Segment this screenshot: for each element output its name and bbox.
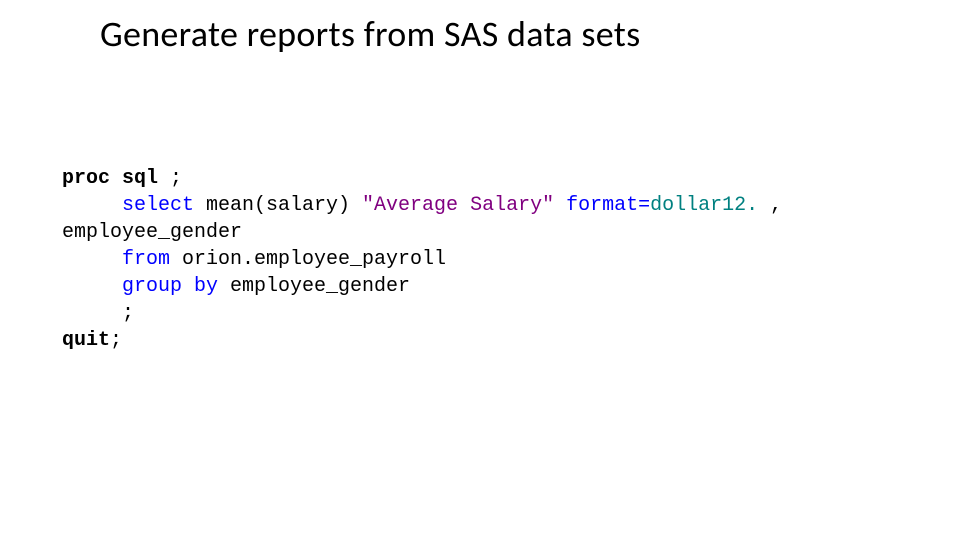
kw-select: select xyxy=(122,194,194,217)
str-literal: "Average Salary" xyxy=(362,194,554,217)
kw-proc: proc xyxy=(62,167,110,190)
comma: , xyxy=(758,194,782,217)
kw-sql: sql xyxy=(122,167,158,190)
semi2: ; xyxy=(122,302,134,325)
emp-gender: employee_gender xyxy=(62,221,242,244)
mean-expr: mean(salary) xyxy=(194,194,362,217)
kw-groupby: group by xyxy=(122,275,218,298)
sas-code-block: proc sql ; select mean(salary) "Average … xyxy=(62,165,782,354)
groupby-col: employee_gender xyxy=(218,275,410,298)
page-title: Generate reports from SAS data sets xyxy=(100,12,641,56)
semi3: ; xyxy=(110,329,122,352)
semi1: ; xyxy=(158,167,182,190)
kw-quit: quit xyxy=(62,329,110,352)
kw-format: format= xyxy=(554,194,650,217)
fmt-dollar: dollar12. xyxy=(650,194,758,217)
from-table: orion.employee_payroll xyxy=(170,248,446,271)
kw-from: from xyxy=(122,248,170,271)
